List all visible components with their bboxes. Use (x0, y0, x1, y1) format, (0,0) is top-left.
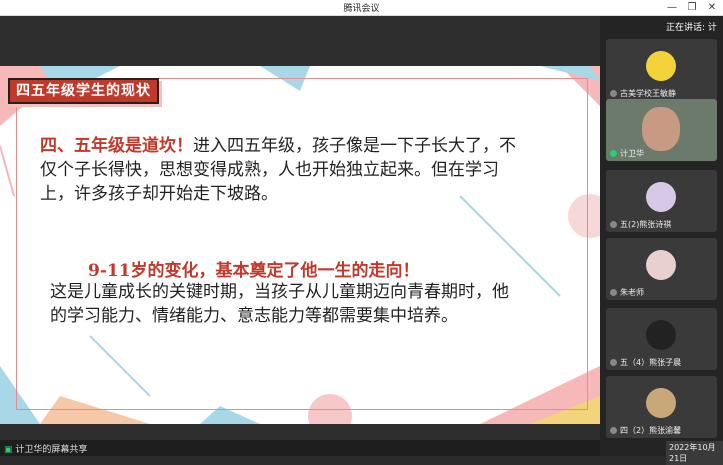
para1-highlight: 四、五年级是道坎！ (40, 136, 193, 156)
avatar (642, 107, 680, 151)
participant-name: 五（4）熊张子晨 (620, 358, 682, 367)
speaking-indicator: 正在讲话: 计 (666, 23, 717, 33)
share-icon: ▣ (4, 445, 16, 455)
avatar (646, 388, 676, 418)
slide-paragraph-1: 四、五年级是道坎！进入四五年级，孩子像是一下子长大了，不仅个子长得快，思想变得成… (40, 134, 520, 206)
mic-icon (610, 221, 617, 228)
slide-paragraph-2: 这是儿童成长的关键时期，当孩子从儿童期迈向青春期时，他的学习能力、情绪能力、意志… (50, 282, 509, 326)
participant-name: 计卫华 (620, 149, 644, 158)
date-label: 2022年10月21日 (666, 441, 723, 465)
mic-icon (610, 289, 617, 296)
close-icon[interactable]: ✕ (702, 0, 722, 15)
participant-name: 四（2）熊张渝馨 (620, 426, 682, 435)
mic-icon (610, 90, 617, 97)
participant-name: 朱老师 (620, 288, 644, 297)
participant-tile[interactable]: 古美学校王敏静 (606, 39, 717, 101)
presentation-slide: 四五年级学生的现状 四、五年级是道坎！进入四五年级，孩子像是一下子长大了，不仅个… (0, 66, 600, 424)
participant-tile[interactable]: 五(2)熊张诗祺 (606, 170, 717, 232)
participant-tile[interactable]: 五（4）熊张子晨 (606, 308, 717, 370)
minimize-icon[interactable]: — (662, 0, 682, 15)
mic-icon (610, 150, 617, 157)
bottom-bar: ▣ 计卫华的屏幕共享 (0, 440, 600, 456)
slide-title: 四五年级学生的现状 (16, 83, 151, 99)
slide-frame (16, 78, 588, 410)
participant-name: 古美学校王敏静 (620, 89, 676, 98)
mic-icon (610, 427, 617, 434)
participant-tile[interactable]: 四（2）熊张渝馨 (606, 376, 717, 438)
restore-icon[interactable]: ❐ (682, 0, 702, 15)
participant-tile[interactable]: 计卫华 (606, 99, 717, 161)
window-title: 腾讯会议 (343, 4, 380, 14)
avatar (646, 250, 676, 280)
window-titlebar: 腾讯会议 — ❐ ✕ (0, 0, 723, 16)
slide-title-box: 四五年级学生的现状 (8, 78, 159, 104)
avatar (646, 320, 676, 350)
mic-icon (610, 359, 617, 366)
avatar (646, 182, 676, 212)
shared-screen-area: 四五年级学生的现状 四、五年级是道坎！进入四五年级，孩子像是一下子长大了，不仅个… (0, 16, 600, 440)
screen-share-label[interactable]: ▣ 计卫华的屏幕共享 (4, 442, 87, 455)
participant-name: 五(2)熊张诗祺 (620, 220, 672, 229)
avatar (646, 51, 676, 81)
slide-paragraph-2-heading: 9-11岁的变化，基本奠定了他一生的走向！ (88, 261, 420, 281)
participant-tile[interactable]: 朱老师 (606, 238, 717, 300)
share-text: 计卫华的屏幕共享 (15, 445, 88, 455)
